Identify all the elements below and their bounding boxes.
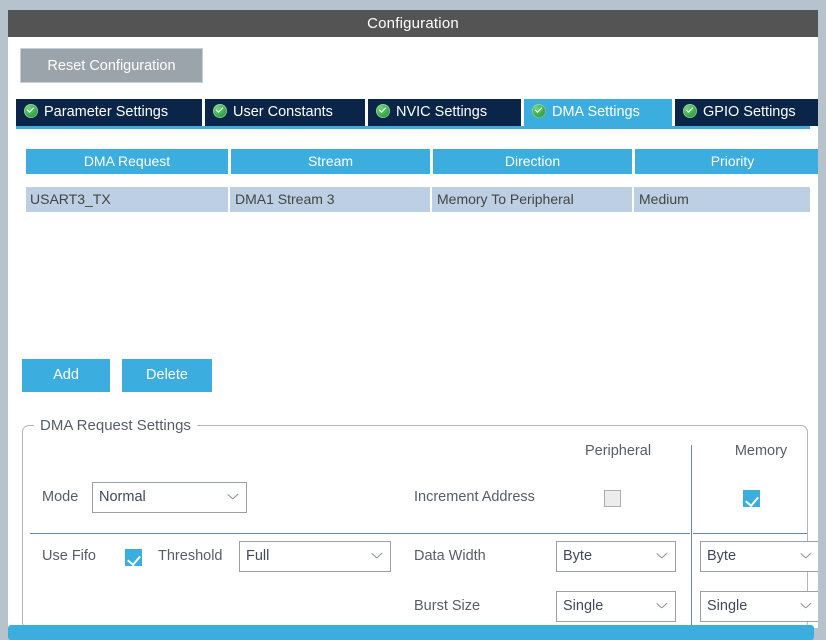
column-header-direction[interactable]: Direction (433, 149, 632, 174)
data-width-label: Data Width (414, 548, 486, 564)
chevron-down-icon (801, 553, 810, 559)
green-check-icon (24, 104, 38, 118)
add-button[interactable]: Add (22, 359, 110, 392)
configuration-window: Configuration Reset Configuration Parame… (8, 10, 818, 628)
tab-label: GPIO Settings (703, 104, 796, 120)
delete-button-label: Delete (146, 367, 188, 383)
chevron-down-icon (228, 494, 237, 500)
increment-address-memory-checkbox[interactable] (743, 490, 760, 507)
chevron-down-icon (657, 553, 666, 559)
mode-label: Mode (42, 489, 79, 505)
burst-size-memory-value: Single (707, 598, 748, 614)
threshold-select[interactable]: Full (239, 541, 391, 572)
use-fifo-checkbox[interactable] (125, 549, 142, 566)
dma-table-header: DMA Request Stream Direction Priority (26, 149, 818, 174)
data-width-peripheral-select[interactable]: Byte (556, 541, 676, 572)
column-header-dma-request[interactable]: DMA Request (26, 149, 228, 174)
mode-select[interactable]: Normal (92, 482, 247, 513)
tab-nvic-settings[interactable]: NVIC Settings (368, 99, 521, 126)
data-width-memory-value: Byte (707, 548, 737, 564)
increment-address-label: Increment Address (414, 489, 535, 505)
increment-address-peripheral-checkbox[interactable] (604, 490, 621, 507)
green-check-icon (683, 104, 697, 118)
tab-bar: Parameter Settings User Constants NVIC S… (16, 99, 818, 126)
burst-size-memory-select[interactable]: Single (700, 591, 818, 622)
data-width-peripheral-value: Byte (563, 548, 593, 564)
screen-root: Configuration Reset Configuration Parame… (0, 0, 826, 640)
tab-parameter-settings[interactable]: Parameter Settings (16, 99, 202, 126)
burst-size-peripheral-value: Single (563, 598, 604, 614)
add-button-label: Add (53, 367, 79, 383)
cell-stream: DMA1 Stream 3 (235, 191, 335, 207)
panel-horizontal-divider-right (693, 533, 807, 534)
column-header-priority[interactable]: Priority (635, 149, 818, 174)
tab-label: Parameter Settings (44, 104, 169, 120)
chevron-down-icon (657, 603, 666, 609)
cell-priority: Medium (639, 191, 689, 207)
mode-select-value: Normal (99, 489, 146, 505)
tab-label: User Constants (233, 104, 333, 120)
cell-direction: Memory To Peripheral (437, 191, 574, 207)
green-check-icon (376, 104, 390, 118)
cell-divider (228, 187, 230, 212)
green-check-icon (213, 104, 227, 118)
chevron-down-icon (372, 553, 381, 559)
tab-label: DMA Settings (552, 104, 640, 120)
green-check-icon (532, 104, 546, 118)
dma-request-settings-legend: DMA Request Settings (34, 417, 197, 434)
bottom-accent-bar (8, 625, 814, 640)
column-header-peripheral: Peripheral (584, 443, 652, 459)
window-title-bar: Configuration (8, 10, 818, 37)
tab-underline (16, 126, 810, 129)
reset-configuration-button[interactable]: Reset Configuration (20, 48, 203, 83)
tab-gpio-settings[interactable]: GPIO Settings (675, 99, 818, 126)
delete-button[interactable]: Delete (122, 359, 212, 392)
cell-divider (632, 187, 634, 212)
chevron-down-icon (801, 603, 810, 609)
cell-divider (430, 187, 432, 212)
column-header-stream[interactable]: Stream (231, 149, 430, 174)
threshold-select-value: Full (246, 548, 270, 564)
column-header-memory: Memory (734, 443, 788, 459)
page-title: Configuration (367, 15, 459, 32)
use-fifo-label: Use Fifo (42, 548, 96, 564)
reset-configuration-label: Reset Configuration (47, 58, 176, 74)
panel-vertical-divider (691, 445, 692, 628)
threshold-label: Threshold (158, 548, 223, 564)
data-width-memory-select[interactable]: Byte (700, 541, 818, 572)
panel-horizontal-divider-left (30, 533, 690, 534)
tab-user-constants[interactable]: User Constants (205, 99, 365, 126)
burst-size-label: Burst Size (414, 598, 481, 614)
tab-dma-settings[interactable]: DMA Settings (524, 99, 672, 126)
burst-size-peripheral-select[interactable]: Single (556, 591, 676, 622)
cell-dma-request: USART3_TX (30, 191, 111, 207)
table-row[interactable]: USART3_TX DMA1 Stream 3 Memory To Periph… (26, 187, 810, 212)
tab-label: NVIC Settings (396, 104, 488, 120)
